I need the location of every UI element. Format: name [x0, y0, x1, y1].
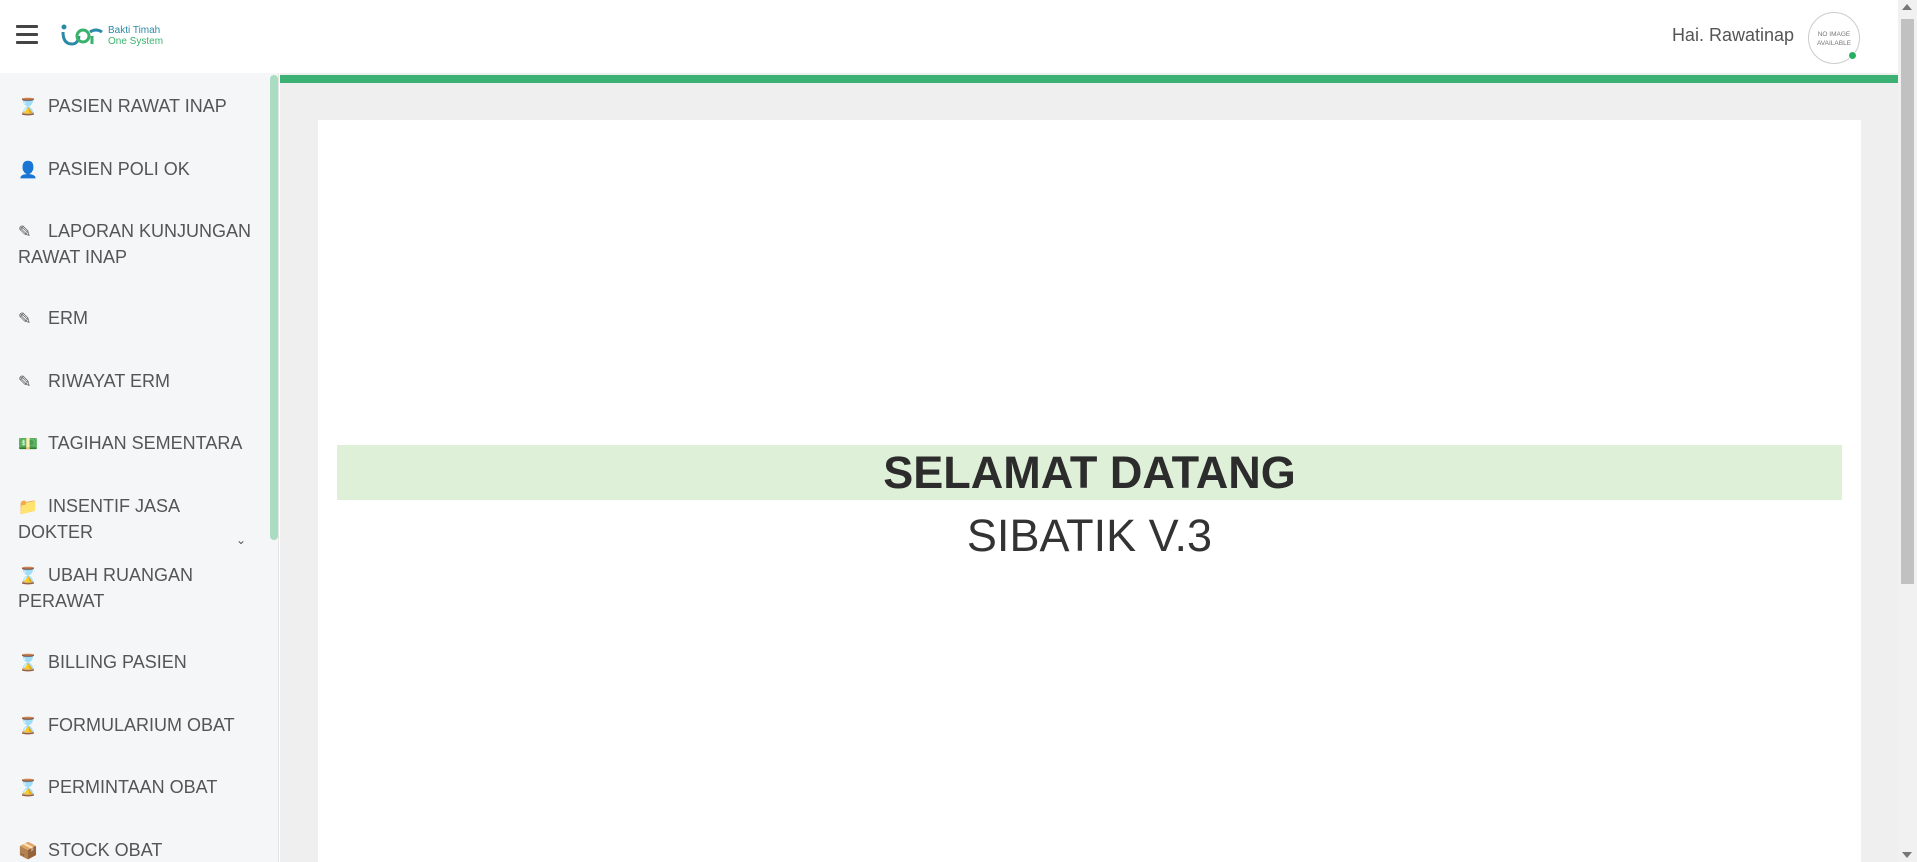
- folder-icon: 📁: [18, 499, 38, 516]
- top-navbar: Bakti Timah One System Hai. Rawatinap NO…: [0, 0, 1898, 73]
- welcome-title: SELAMAT DATANG: [337, 445, 1842, 500]
- sidebar-item-label: PASIEN POLI OK: [48, 159, 190, 179]
- main-content: SELAMAT DATANG SIBATIK V.3: [280, 73, 1898, 862]
- logo-text: Bakti Timah One System: [108, 25, 163, 47]
- edit-icon: ✎: [18, 374, 32, 391]
- chevron-down-icon: ⌄: [235, 533, 246, 547]
- sidebar-scrollbar[interactable]: [270, 75, 278, 540]
- sidebar-item-pasien-rawat-inap[interactable]: ⌛ PASIEN RAWAT INAP: [0, 94, 270, 120]
- hourglass-icon: ⌛: [18, 655, 38, 672]
- sidebar-item-label: LAPORAN KUNJUNGAN RAWAT INAP: [18, 221, 252, 267]
- avatar-placeholder-text: NO IMAGE AVAILABLE: [1816, 31, 1852, 47]
- box-icon: 📦: [18, 843, 38, 860]
- sidebar: ⌛ PASIEN RAWAT INAP 👤 PASIEN POLI OK ✎ LAPO…: [0, 73, 279, 862]
- sidebar-item-riwayat-erm[interactable]: ✎ RIWAYAT ERM: [0, 369, 270, 395]
- logo-line2: One System: [108, 36, 164, 47]
- sidebar-item-ubah-ruangan-perawat[interactable]: ⌛ UBAH RUANGAN PERAWAT: [0, 563, 270, 614]
- menu-toggle-icon[interactable]: [16, 25, 38, 45]
- edit-icon: ✎: [18, 311, 32, 328]
- user-avatar[interactable]: NO IMAGE AVAILABLE: [1808, 12, 1860, 64]
- sidebar-item-label: PERMINTAAN OBAT: [48, 777, 218, 797]
- sidebar-item-label: UBAH RUANGAN PERAWAT: [18, 565, 194, 611]
- scroll-thumb[interactable]: [1901, 19, 1914, 584]
- page-scrollbar[interactable]: [1898, 0, 1917, 862]
- sidebar-item-laporan-kunjungan-rawat-inap[interactable]: ✎ LAPORAN KUNJUNGAN RAWAT INAP: [0, 219, 270, 270]
- app-logo[interactable]: Bakti Timah One System: [60, 22, 176, 52]
- sidebar-item-label: ERM: [48, 308, 88, 328]
- sidebar-item-label: INSENTIF JASA DOKTER: [18, 496, 180, 542]
- sidebar-item-billing-pasien[interactable]: ⌛ BILLING PASIEN: [0, 650, 270, 676]
- user-greeting[interactable]: Hai. Rawatinap: [1672, 25, 1794, 46]
- sidebar-item-label: FORMULARIUM OBAT: [48, 715, 235, 735]
- app-version-title: SIBATIK V.3: [966, 510, 1213, 561]
- sidebar-item-label: TAGIHAN SEMENTARA: [48, 433, 243, 453]
- money-icon: 💵: [18, 436, 38, 453]
- hourglass-icon: ⌛: [18, 718, 38, 735]
- sidebar-item-label: PASIEN RAWAT INAP: [48, 96, 227, 116]
- sidebar-item-erm[interactable]: ✎ ERM: [0, 306, 270, 332]
- sidebar-item-label: STOCK OBAT: [48, 840, 163, 860]
- sidebar-item-pasien-poli-ok[interactable]: 👤 PASIEN POLI OK: [0, 157, 270, 183]
- online-status-indicator: [1848, 51, 1857, 60]
- sidebar-item-insentif-jasa-dokter[interactable]: 📁 INSENTIF JASA DOKTER ⌄: [0, 494, 270, 547]
- logo-mark-icon: [61, 24, 103, 46]
- sidebar-item-permintaan-obat[interactable]: ⌛ PERMINTAAN OBAT: [0, 775, 270, 801]
- logo-line1: Bakti Timah: [108, 25, 161, 36]
- scroll-up-arrow-icon[interactable]: [1902, 4, 1912, 10]
- sidebar-item-label: RIWAYAT ERM: [48, 371, 171, 391]
- sidebar-item-tagihan-sementara[interactable]: 💵 TAGIHAN SEMENTARA: [0, 431, 270, 457]
- welcome-card: SELAMAT DATANG SIBATIK V.3: [318, 120, 1861, 862]
- hourglass-icon: ⌛: [18, 568, 38, 585]
- sidebar-item-formularium-obat[interactable]: ⌛ FORMULARIUM OBAT: [0, 713, 270, 739]
- scroll-down-arrow-icon[interactable]: [1902, 852, 1912, 858]
- edit-icon: ✎: [18, 224, 32, 241]
- hourglass-icon: ⌛: [18, 780, 38, 797]
- sidebar-item-label: BILLING PASIEN: [48, 652, 187, 672]
- accent-bar: [280, 75, 1898, 83]
- hourglass-icon: ⌛: [18, 99, 38, 116]
- sidebar-item-stock-obat[interactable]: 📦 STOCK OBAT: [0, 838, 270, 862]
- user-icon: 👤: [18, 162, 38, 179]
